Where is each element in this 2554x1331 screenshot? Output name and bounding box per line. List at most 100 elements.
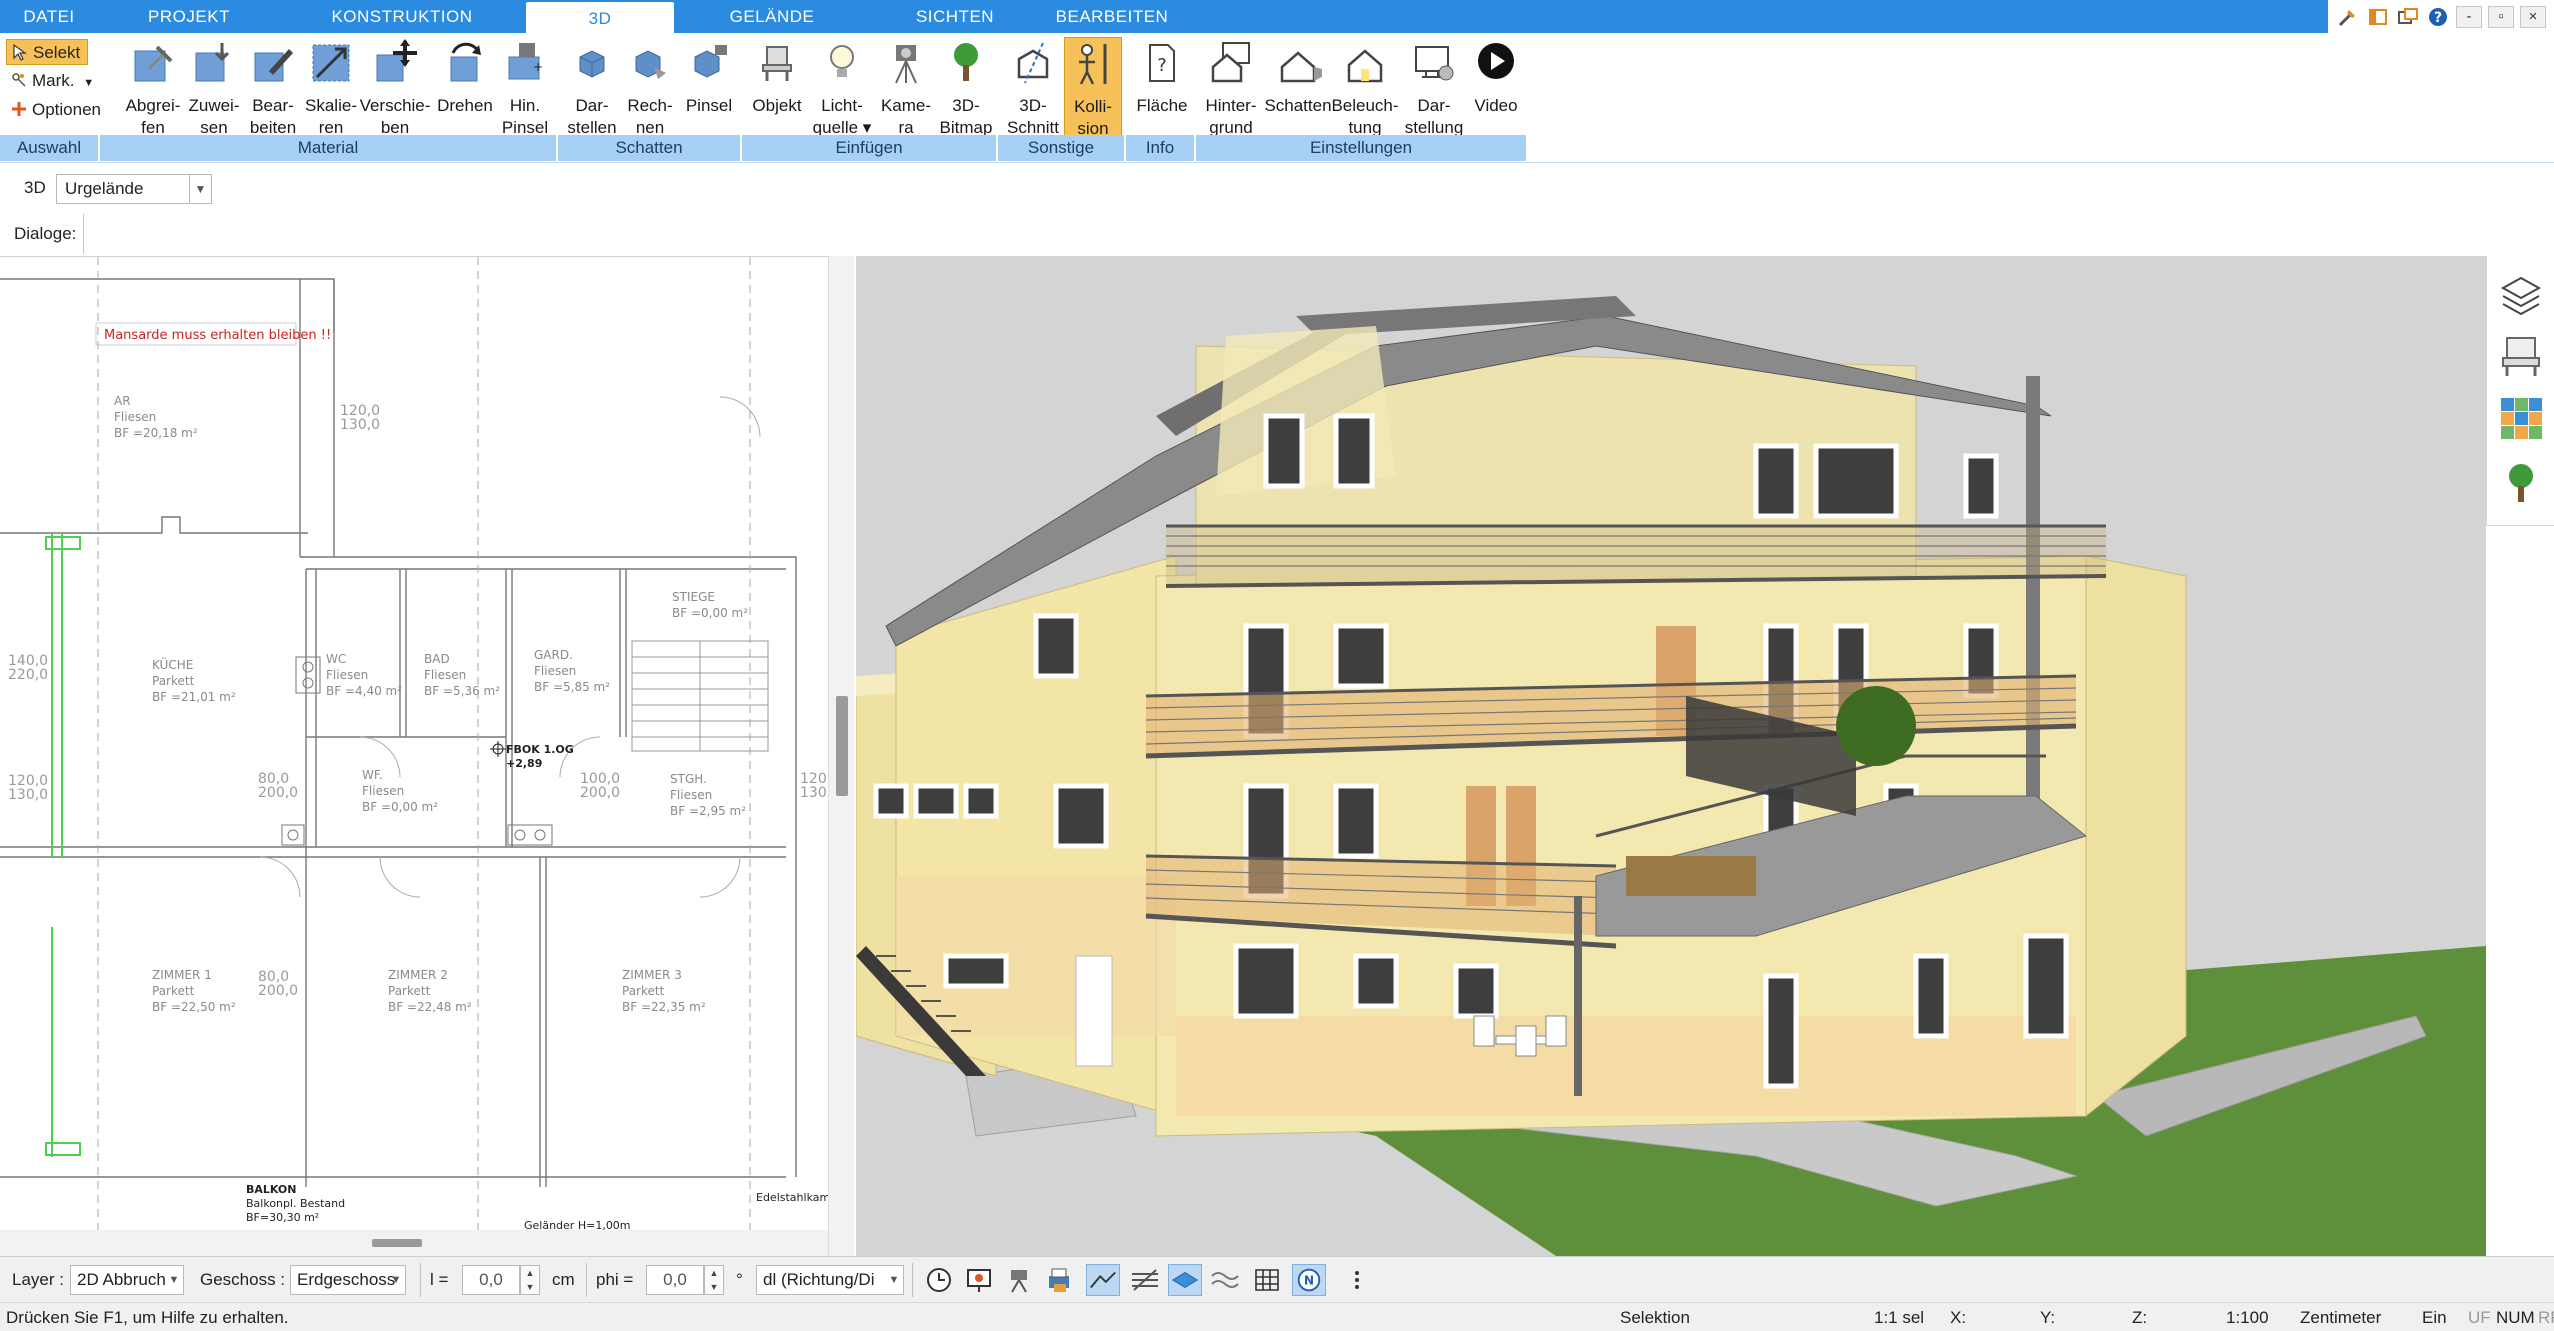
svg-text:BF =2,95 m²: BF =2,95 m² xyxy=(670,804,746,818)
dialoge-label: Dialoge: xyxy=(14,224,77,243)
tab-3d[interactable]: 3D xyxy=(526,2,674,33)
schatten-settings-button[interactable]: Schatten xyxy=(1264,37,1332,137)
materials-icon[interactable] xyxy=(2499,396,2543,440)
print-icon[interactable] xyxy=(1042,1264,1076,1296)
mark-button[interactable]: Mark. ▼ xyxy=(6,68,96,94)
geschoss-select[interactable]: Erdgeschoss ▼ xyxy=(290,1265,406,1295)
plane-toggle-icon[interactable] xyxy=(1168,1264,1202,1296)
status-help-text: Drücken Sie F1, um Hilfe zu erhalten. xyxy=(6,1308,289,1327)
plan-vertical-scrollbar[interactable] xyxy=(828,256,854,1256)
length-stepper[interactable]: ▲ ▼ xyxy=(520,1265,540,1295)
verschieben-button[interactable]: Verschie- ben xyxy=(356,37,434,137)
terrain-toggle-icon[interactable] xyxy=(1086,1264,1120,1296)
svg-text:BF =22,50 m²: BF =22,50 m² xyxy=(152,1000,236,1014)
tools-icon[interactable] xyxy=(2336,6,2360,28)
floor-plan-drawing: Mansarde muss erhalten bleiben !! AR Fli… xyxy=(0,257,830,1256)
video-button[interactable]: Video xyxy=(1468,37,1524,137)
selekt-button[interactable]: Selekt xyxy=(6,39,88,65)
status-num: NUM xyxy=(2496,1308,2535,1327)
chair-icon xyxy=(762,46,792,81)
pinsel-button[interactable]: Pinsel xyxy=(680,37,738,137)
clock-icon[interactable] xyxy=(922,1264,956,1296)
floor-plan-view[interactable]: Mansarde muss erhalten bleiben !! AR Fli… xyxy=(0,256,836,1256)
skalieren-button[interactable]: Skalie- ren xyxy=(300,37,362,137)
tab-bearbeiten[interactable]: BEARBEITEN xyxy=(1040,0,1184,33)
hin-pinsel-button[interactable]: + Hin. Pinsel xyxy=(496,37,554,137)
wave-icon[interactable] xyxy=(1208,1264,1242,1296)
plants-icon[interactable] xyxy=(2499,460,2543,504)
more-options-icon[interactable] xyxy=(1340,1264,1374,1296)
rechnen-button[interactable]: Rech- nen xyxy=(620,37,680,137)
room-name-kueche: KÜCHE xyxy=(152,656,193,672)
svg-text:200,0: 200,0 xyxy=(258,983,298,999)
terrain-select[interactable]: Urgelände ▼ xyxy=(56,174,212,204)
tab-datei[interactable]: DATEI xyxy=(0,0,98,33)
svg-text:Fliesen: Fliesen xyxy=(424,668,466,682)
svg-text:Parkett: Parkett xyxy=(152,674,195,688)
layout-icon[interactable] xyxy=(2366,6,2390,28)
svg-text:N: N xyxy=(1304,1274,1314,1288)
bitmap3d-button[interactable]: 3D- Bitmap xyxy=(934,37,998,137)
zuweisen-button[interactable]: Zuwei- sen xyxy=(184,37,244,137)
restore-button[interactable]: ▫ xyxy=(2488,5,2514,28)
tab-projekt[interactable]: PROJEKT xyxy=(108,0,270,33)
camera-tripod-icon[interactable] xyxy=(1002,1264,1036,1296)
kollision-button[interactable]: Kolli- sion xyxy=(1064,37,1122,138)
room-name-zimmer1: ZIMMER 1 xyxy=(152,968,212,982)
group-label-material: Material xyxy=(100,135,558,161)
phi-stepper[interactable]: ▲ ▼ xyxy=(704,1265,724,1295)
chevron-down-icon: ▼ xyxy=(168,1274,180,1286)
scroll-thumb[interactable] xyxy=(372,1239,422,1247)
svg-text:130: 130 xyxy=(800,785,827,801)
input-mode-select[interactable]: dl (Richtung/Di ▼ xyxy=(756,1265,904,1295)
status-z: Z: xyxy=(2132,1308,2148,1327)
kamera-button[interactable]: Kame- ra xyxy=(876,37,936,137)
svg-text:BF =5,36 m²: BF =5,36 m² xyxy=(424,684,500,698)
hatch-icon[interactable] xyxy=(1128,1264,1162,1296)
tab-gelaende[interactable]: GELÄNDE xyxy=(690,0,854,33)
svg-text:200,0: 200,0 xyxy=(258,785,298,801)
furniture-icon[interactable] xyxy=(2499,334,2543,378)
tab-sichten[interactable]: SICHTEN xyxy=(880,0,1030,33)
play-icon xyxy=(1478,43,1514,79)
svg-text:?: ? xyxy=(2434,10,2442,26)
layer-select[interactable]: 2D Abbruch ▼ xyxy=(70,1265,184,1295)
svg-text:BF =22,35 m²: BF =22,35 m² xyxy=(622,1000,706,1014)
minimize-button[interactable]: - xyxy=(2456,5,2482,28)
flaeche-button[interactable]: ? Fläche xyxy=(1130,37,1194,137)
3d-viewport[interactable] xyxy=(856,256,2486,1256)
presentation-icon[interactable] xyxy=(962,1264,996,1296)
schnitt3d-button[interactable]: 3D- Schnitt xyxy=(1002,37,1064,137)
plus-icon xyxy=(12,102,26,116)
optionen-button[interactable]: Optionen xyxy=(6,97,116,123)
help-icon[interactable]: ? xyxy=(2426,6,2450,28)
svg-text:Fliesen: Fliesen xyxy=(534,664,576,678)
tab-konstruktion[interactable]: KONSTRUKTION xyxy=(296,0,508,33)
status-mode: Selektion xyxy=(1620,1308,1690,1327)
beleuchtung-button[interactable]: Beleuch- tung xyxy=(1330,37,1400,137)
grid-icon[interactable] xyxy=(1250,1264,1284,1296)
status-y: Y: xyxy=(2040,1308,2056,1327)
plan-horizontal-scrollbar[interactable] xyxy=(0,1230,828,1256)
hintergrund-button[interactable]: Hinter- grund xyxy=(1198,37,1264,137)
status-scale: 1:100 xyxy=(2226,1308,2269,1327)
close-button[interactable]: × xyxy=(2520,5,2546,28)
darstellen-button[interactable]: Dar- stellen xyxy=(562,37,622,137)
bearbeiten-button[interactable]: Bear- beiten xyxy=(242,37,304,137)
phi-input[interactable]: 0,0 xyxy=(646,1265,704,1295)
north-icon[interactable]: N xyxy=(1292,1264,1326,1296)
darstellung-button[interactable]: Dar- stellung xyxy=(1398,37,1470,137)
drehen-button[interactable]: Drehen xyxy=(432,37,498,137)
svg-text:BF =0,00 m²: BF =0,00 m² xyxy=(362,800,438,814)
divider xyxy=(420,1263,421,1297)
scroll-thumb[interactable] xyxy=(836,696,848,796)
abgreifen-button[interactable]: Abgrei- fen xyxy=(120,37,186,137)
svg-text:130,0: 130,0 xyxy=(340,417,380,433)
objekt-button[interactable]: Objekt xyxy=(748,37,806,137)
group-label-einstellungen: Einstellungen xyxy=(1196,135,1528,161)
layers-icon[interactable] xyxy=(2499,274,2543,318)
lichtquelle-button[interactable]: Licht- quelle ▾ xyxy=(808,37,876,137)
window-layout-icon[interactable] xyxy=(2396,6,2420,28)
mark-icon xyxy=(12,73,26,87)
length-input[interactable]: 0,0 xyxy=(462,1265,520,1295)
